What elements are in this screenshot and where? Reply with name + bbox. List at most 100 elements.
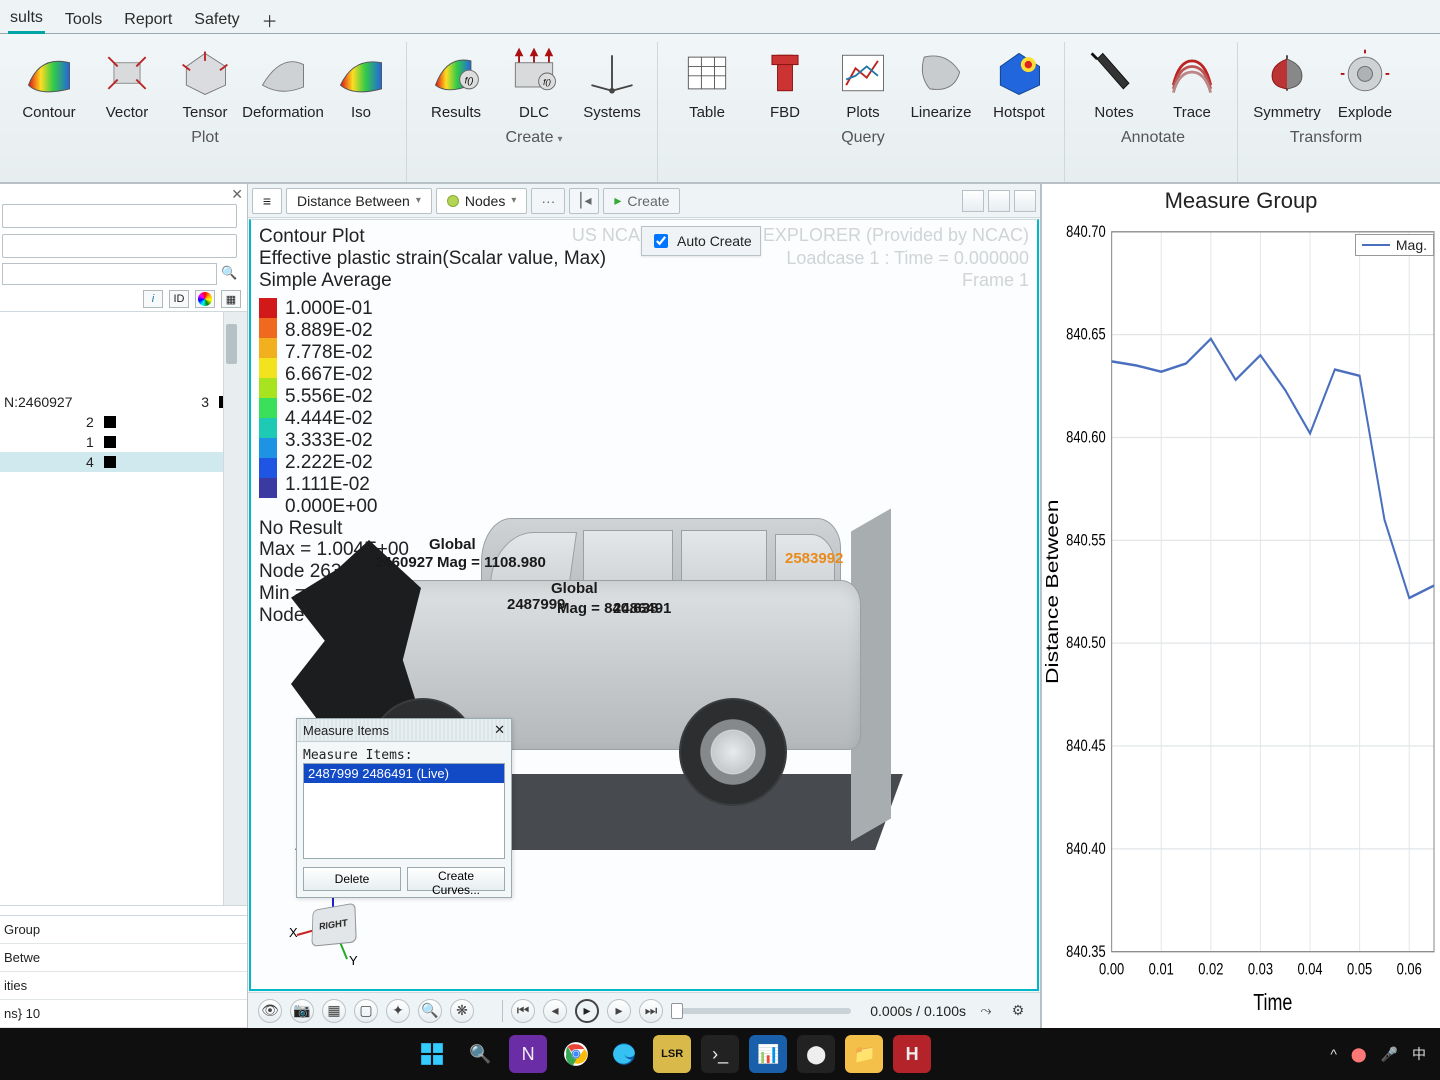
ribbon-fbd[interactable]: FBD (748, 42, 822, 123)
close-icon[interactable]: ✕ (494, 722, 505, 738)
filter-input[interactable] (2, 263, 217, 285)
ribbon-table[interactable]: Table (670, 42, 744, 123)
ribbon-results[interactable]: f() Results (419, 42, 493, 123)
chrome-icon[interactable] (557, 1035, 595, 1073)
edge-icon[interactable] (605, 1035, 643, 1073)
ribbon-systems[interactable]: Systems (575, 42, 649, 123)
list-item[interactable]: 2487999 2486491 (Live) (304, 764, 504, 783)
component-combo-2[interactable] (2, 234, 237, 258)
menu-tools[interactable]: Tools (63, 7, 104, 33)
anim-settings-icon[interactable]: ⚙ (1006, 999, 1030, 1023)
component-combo-1[interactable] (2, 204, 237, 228)
plot-legend[interactable]: Mag. (1355, 234, 1434, 256)
taskbar-apps: 🔍 N LSR ›_ 📊 ⬤ 📁 H (413, 1035, 931, 1073)
ribbon-linearize[interactable]: Linearize (904, 42, 978, 123)
layout-single-icon[interactable] (1014, 190, 1036, 212)
legend-line-icon (1362, 244, 1390, 246)
anim-next-icon[interactable]: ▸ (607, 999, 631, 1023)
anim-last-icon[interactable]: ⏭ (639, 999, 663, 1023)
search-icon[interactable]: 🔍 (461, 1035, 499, 1073)
menu-results[interactable]: sults (8, 5, 45, 34)
chevron-down-icon: ▾ (511, 195, 516, 206)
tray-chevron-icon[interactable]: ^ (1330, 1046, 1337, 1062)
tree-row[interactable]: 1 (0, 432, 239, 452)
delete-button[interactable]: Delete (303, 867, 401, 891)
ribbon-tensor[interactable]: Tensor (168, 42, 242, 123)
view-cube[interactable]: RIGHT (311, 903, 356, 947)
auto-create-checkbox[interactable] (654, 234, 668, 248)
explorer-icon[interactable]: 📁 (845, 1035, 883, 1073)
box-icon[interactable]: ▢ (354, 999, 378, 1023)
chevron-down-icon[interactable]: ▾ (558, 134, 563, 145)
menu-report[interactable]: Report (122, 7, 174, 33)
camera-icon[interactable]: 📷 (290, 999, 314, 1023)
add-tab-icon[interactable]: ＋ (260, 4, 280, 36)
search-icon[interactable]: 🔍 (221, 265, 239, 283)
info-icon[interactable]: i (143, 290, 163, 308)
anim-play-icon[interactable]: ▸ (575, 999, 599, 1023)
axes-icon[interactable]: ✦ (386, 999, 410, 1023)
color-swatch[interactable] (104, 436, 116, 448)
tray-ime-icon[interactable]: 中 (1412, 1044, 1426, 1064)
ribbon-iso[interactable]: Iso (324, 42, 398, 123)
ribbon-explode[interactable]: Explode (1328, 42, 1402, 123)
cube-view-icon[interactable]: ▦ (322, 999, 346, 1023)
zoom-icon[interactable]: 🔍 (418, 999, 442, 1023)
hypermesh-icon[interactable]: H (893, 1035, 931, 1073)
terminal-icon[interactable]: ›_ (701, 1035, 739, 1073)
create-button[interactable]: ▸ Create (603, 188, 680, 214)
ribbon-plots[interactable]: Plots (826, 42, 900, 123)
tree-row-selected[interactable]: 4 (0, 452, 239, 472)
app-icon-1[interactable]: 📊 (749, 1035, 787, 1073)
color-swatch[interactable] (104, 416, 116, 428)
create-curves-button[interactable]: Create Curves... (407, 867, 505, 891)
tree-scrollbar[interactable] (223, 312, 239, 905)
menu-safety[interactable]: Safety (192, 7, 241, 33)
explode-icon[interactable]: ❋ (450, 999, 474, 1023)
ribbon-notes[interactable]: Notes (1077, 42, 1151, 123)
tree-node-root[interactable]: N:2460927 3 (0, 392, 239, 412)
lsr-icon[interactable]: LSR (653, 1035, 691, 1073)
ribbon-deformation[interactable]: Deformation (246, 42, 320, 123)
side-tab-ns[interactable]: ns} 10 (0, 1000, 247, 1028)
svg-text:0.06: 0.06 (1397, 961, 1422, 979)
anim-first-icon[interactable]: ⏮ (511, 999, 535, 1023)
side-tab-group[interactable]: Group (0, 916, 247, 944)
taskbar-tray: ^ ⬤ 🎤 中 (1330, 1044, 1426, 1064)
tray-mic-icon[interactable]: 🎤 (1381, 1046, 1398, 1063)
start-icon[interactable] (413, 1035, 451, 1073)
more-icon[interactable]: ··· (531, 188, 565, 214)
side-tab-between[interactable]: Betwe (0, 944, 247, 972)
color-toggle[interactable] (195, 290, 215, 308)
close-icon[interactable]: ✕ (231, 186, 243, 203)
color-swatch[interactable] (104, 456, 116, 468)
measure-items-list[interactable]: 2487999 2486491 (Live) (303, 763, 505, 859)
layout-grid-icon[interactable] (962, 190, 984, 212)
ribbon-contour[interactable]: Contour (12, 42, 86, 123)
hamburger-icon[interactable]: ≡ (252, 188, 282, 214)
first-icon[interactable]: ⎮◂ (569, 188, 599, 214)
anim-prev-icon[interactable]: ◂ (543, 999, 567, 1023)
ribbon-trace[interactable]: Trace (1155, 42, 1229, 123)
cube-icon[interactable]: ▦ (221, 290, 241, 308)
tree-row[interactable]: 2 (0, 412, 239, 432)
entity-tree[interactable]: N:2460927 3 2 1 4 (0, 312, 247, 905)
obs-icon[interactable]: ⬤ (797, 1035, 835, 1073)
id-toggle[interactable]: ID (169, 290, 189, 308)
ribbon-dlc[interactable]: f() DLC (497, 42, 571, 123)
entity-type-dropdown[interactable]: Nodes ▾ (436, 188, 528, 214)
ribbon-symmetry[interactable]: Symmetry (1250, 42, 1324, 123)
svg-text:840.55: 840.55 (1066, 532, 1106, 550)
tray-search-icon[interactable]: ⬤ (1351, 1046, 1367, 1063)
layout-move-icon[interactable] (988, 190, 1010, 212)
ribbon-vector[interactable]: Vector (90, 42, 164, 123)
ribbon-hotspot[interactable]: Hotspot (982, 42, 1056, 123)
anim-slider[interactable] (671, 1008, 851, 1014)
measure-type-dropdown[interactable]: Distance Between ▾ (286, 188, 432, 214)
anim-curve-icon[interactable]: ⤳ (974, 999, 998, 1023)
svg-text:Time: Time (1253, 990, 1292, 1016)
eye-icon[interactable]: 👁 (258, 999, 282, 1023)
onenote-icon[interactable]: N (509, 1035, 547, 1073)
side-tab-entities[interactable]: ities (0, 972, 247, 1000)
plot-area[interactable]: Mag. 840.70840.65840.60840.55840.50840.4… (1042, 214, 1440, 1028)
